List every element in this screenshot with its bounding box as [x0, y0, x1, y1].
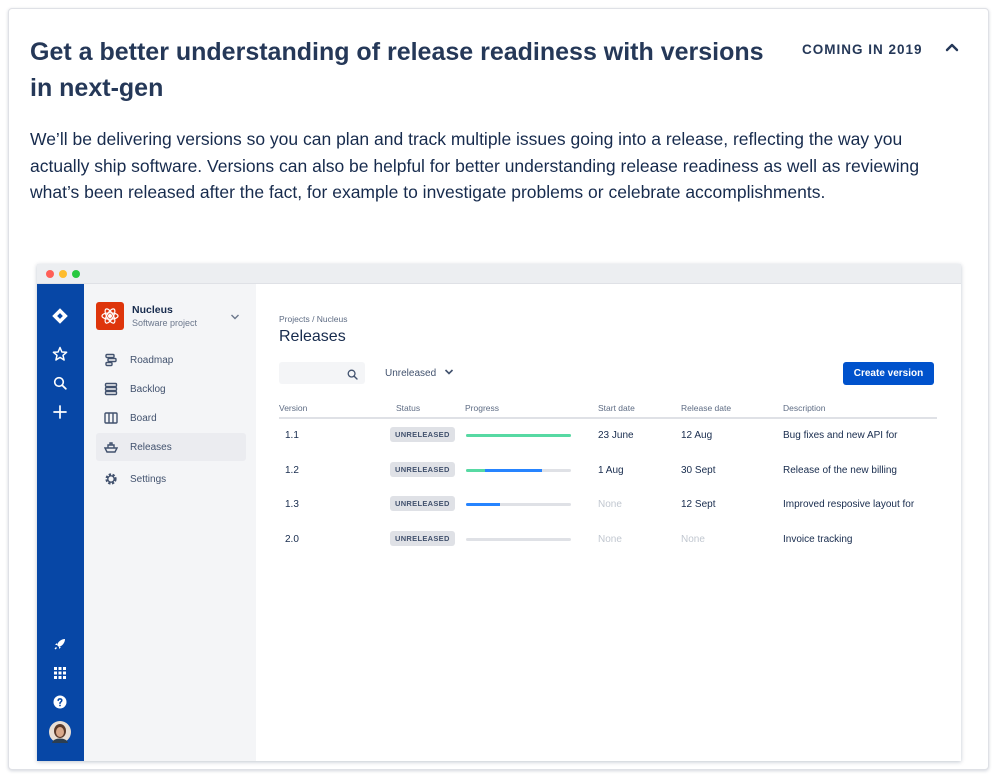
- status-lozenge: UNRELEASED: [390, 462, 455, 477]
- coming-badge: COMING IN 2019: [802, 42, 923, 57]
- global-nav: [37, 284, 84, 761]
- column-header-description[interactable]: Description: [783, 403, 826, 413]
- start-date: 23 June: [598, 430, 634, 441]
- release-date: 12 Sept: [681, 499, 716, 510]
- breadcrumb[interactable]: Projects / Nucleus: [279, 314, 348, 324]
- project-switcher-chevron-down-icon[interactable]: [230, 308, 240, 326]
- table-row[interactable]: 1.3 UNRELEASED None 12 Sept Improved resposi…: [279, 490, 937, 520]
- status-lozenge: UNRELEASED: [390, 496, 455, 511]
- status-filter-value: Unreleased: [385, 368, 437, 379]
- version-name[interactable]: 1.1: [285, 430, 299, 441]
- version-name[interactable]: 1.2: [285, 465, 299, 476]
- chevron-down-icon: [444, 368, 454, 379]
- sidebar-item-settings[interactable]: Settings: [96, 465, 246, 493]
- help-icon[interactable]: [50, 692, 70, 712]
- progress-bar: [466, 538, 571, 541]
- version-description: Bug fixes and new API for: [783, 430, 898, 441]
- card-description: We’ll be delivering versions so you can …: [30, 129, 920, 202]
- roadmap-icon: [102, 351, 120, 369]
- user-avatar[interactable]: [49, 721, 71, 743]
- progress-in-progress-segment: [466, 503, 500, 506]
- atom-project-icon: [96, 302, 124, 330]
- sidebar-item-board[interactable]: Board: [96, 404, 246, 432]
- project-sidebar: Nucleus Software project Roadmap Backlog: [84, 284, 256, 761]
- window-minimize-dot[interactable]: [59, 270, 67, 278]
- header-divider: [279, 417, 937, 419]
- version-description: Invoice tracking: [783, 534, 853, 545]
- status-lozenge: UNRELEASED: [390, 427, 455, 442]
- version-description: Release of the new billing: [783, 465, 897, 476]
- table-row[interactable]: 1.2 UNRELEASED 1 Aug 30 Sept Release of the …: [279, 456, 937, 486]
- rocket-icon[interactable]: [50, 634, 70, 654]
- column-header-release-date[interactable]: Release date: [681, 403, 731, 413]
- app-switcher-icon[interactable]: [50, 663, 70, 683]
- version-name[interactable]: 1.3: [285, 499, 299, 510]
- sidebar-item-roadmap[interactable]: Roadmap: [96, 346, 246, 374]
- start-date: None: [598, 534, 622, 545]
- sidebar-item-backlog[interactable]: Backlog: [96, 375, 246, 403]
- sidebar-item-label: Settings: [130, 473, 167, 485]
- column-header-version[interactable]: Version: [279, 403, 307, 413]
- page-title: Releases: [279, 328, 346, 345]
- release-date: None: [681, 534, 705, 545]
- start-date: 1 Aug: [598, 465, 624, 476]
- project-name: Nucleus: [132, 304, 173, 316]
- version-name[interactable]: 2.0: [285, 534, 299, 545]
- status-filter-dropdown[interactable]: Unreleased: [385, 368, 454, 379]
- ship-icon: [102, 438, 120, 456]
- window-maximize-dot[interactable]: [72, 270, 80, 278]
- column-header-status[interactable]: Status: [396, 403, 420, 413]
- status-lozenge: UNRELEASED: [390, 531, 455, 546]
- sidebar-item-label: Roadmap: [130, 354, 174, 366]
- create-plus-icon[interactable]: [50, 402, 70, 422]
- release-date: 30 Sept: [681, 465, 716, 476]
- progress-bar: [466, 434, 571, 437]
- progress-bar: [466, 469, 571, 472]
- create-version-button[interactable]: Create version: [843, 362, 934, 385]
- progress-bar: [466, 503, 571, 506]
- search-icon[interactable]: [50, 373, 70, 393]
- star-icon[interactable]: [50, 344, 70, 364]
- backlog-icon: [102, 380, 120, 398]
- start-date: None: [598, 499, 622, 510]
- sidebar-item-releases[interactable]: Releases: [96, 433, 246, 461]
- progress-done-segment: [466, 469, 485, 472]
- table-row[interactable]: 2.0 UNRELEASED None None Invoice tracking: [279, 525, 937, 555]
- release-date: 12 Aug: [681, 430, 713, 441]
- gear-icon: [102, 470, 120, 488]
- window-close-dot[interactable]: [46, 270, 54, 278]
- table-row[interactable]: 1.1 UNRELEASED 23 June 12 Aug Bug fixes and …: [279, 421, 937, 451]
- releases-page: Projects / Nucleus Releases Unreleased C…: [256, 284, 961, 761]
- version-description: Improved resposive layout for: [783, 499, 915, 510]
- project-type: Software project: [132, 318, 198, 328]
- window-titlebar: [37, 264, 961, 284]
- search-icon: [347, 367, 358, 385]
- search-input[interactable]: [279, 362, 365, 384]
- column-header-start-date[interactable]: Start date: [598, 403, 635, 413]
- collapse-chevron-up-icon[interactable]: [942, 37, 962, 57]
- progress-done-segment: [466, 434, 571, 437]
- releases-screenshot: Nucleus Software project Roadmap Backlog: [37, 264, 961, 761]
- sidebar-item-label: Releases: [130, 441, 172, 453]
- sidebar-item-label: Backlog: [130, 383, 166, 395]
- release-versions-card: Get a better understanding of release re…: [8, 8, 989, 770]
- board-icon: [102, 409, 120, 427]
- jira-logo-icon[interactable]: [50, 306, 70, 326]
- card-title: Get a better understanding of release re…: [30, 38, 764, 102]
- progress-in-progress-segment: [485, 469, 542, 472]
- column-header-progress[interactable]: Progress: [465, 403, 499, 413]
- sidebar-item-label: Board: [130, 412, 157, 424]
